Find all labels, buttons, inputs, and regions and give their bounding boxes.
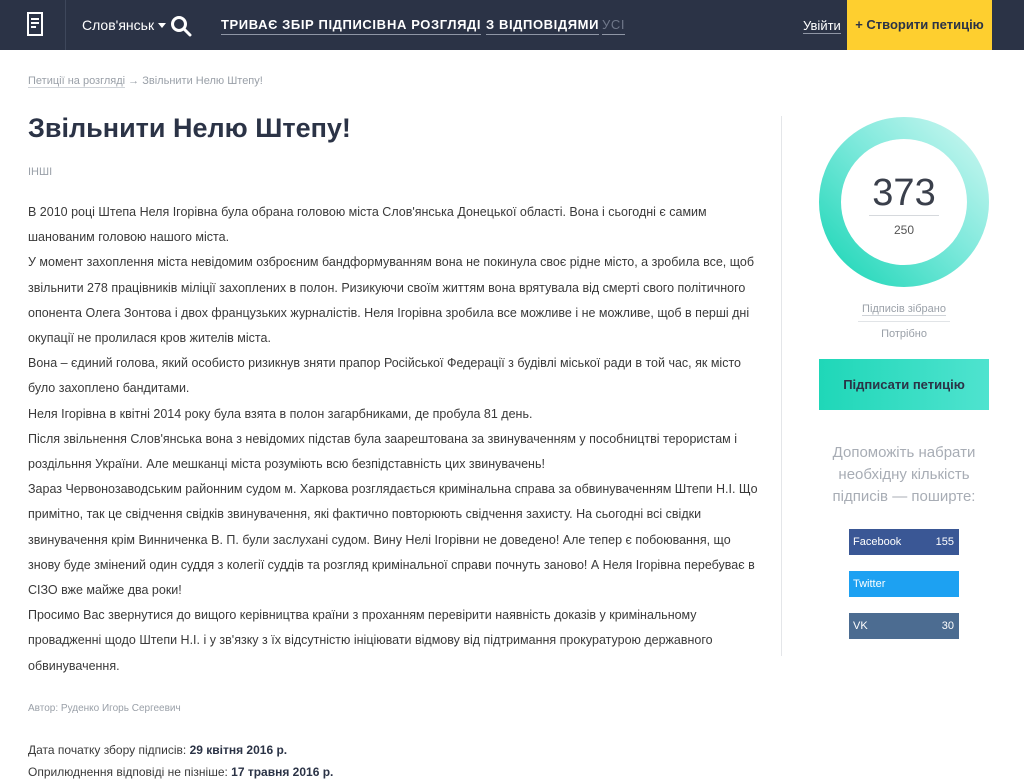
needed-label: Потрібно bbox=[881, 328, 927, 340]
document-logo-icon bbox=[27, 12, 43, 36]
share-facebook-count: 155 bbox=[935, 536, 954, 548]
nav-collecting-signatures[interactable]: ТРИВАЄ ЗБІР ПІДПИСІВ bbox=[221, 17, 387, 35]
deadline-row: Оприлюднення відповіді не пізніше: 17 тр… bbox=[28, 761, 333, 780]
city-selector[interactable]: Слов'янськ bbox=[82, 0, 167, 50]
share-vk-button[interactable]: VK 30 bbox=[849, 613, 959, 639]
signature-count: 373 bbox=[872, 172, 936, 214]
count-divider bbox=[869, 215, 939, 216]
sign-petition-button[interactable]: Підписати петицію bbox=[819, 359, 989, 410]
petition-text: В 2010 році Штепа Неля Ігорівна була обр… bbox=[28, 200, 763, 679]
petition-paragraph: Зараз Червонозаводським районним судом м… bbox=[28, 482, 758, 598]
share-facebook-button[interactable]: Facebook 155 bbox=[849, 529, 959, 555]
nav-with-answers[interactable]: З ВІДПОВІДЯМИ bbox=[486, 17, 600, 35]
nav-under-review[interactable]: НА РОЗГЛЯДІ bbox=[387, 17, 482, 35]
petition-paragraph: У момент захоплення міста невідомим озбр… bbox=[28, 255, 754, 346]
share-vk-label: VK bbox=[853, 620, 868, 632]
deadline-label: Оприлюднення відповіді не пізніше: bbox=[28, 765, 232, 779]
sidebar-separator bbox=[858, 321, 950, 322]
petition-paragraph: Після звільнення Слов'янська вона з неві… bbox=[28, 431, 738, 472]
login-link[interactable]: Увійти bbox=[803, 18, 841, 34]
breadcrumb-link-under-review[interactable]: Петиції на розгляді bbox=[28, 75, 126, 88]
collected-label-text: Підписів зібрано bbox=[862, 303, 946, 316]
share-facebook-label: Facebook bbox=[853, 536, 902, 548]
breadcrumb-current: Звільнити Нелю Штепу! bbox=[142, 75, 263, 87]
petition-paragraph: Вона – єдиний голова, який особисто ризи… bbox=[28, 356, 741, 396]
share-vk-count: 30 bbox=[941, 620, 954, 632]
start-date-value: 29 квітня 2016 р. bbox=[189, 743, 288, 757]
petition-author: Автор: Руденко Игорь Сергеевич bbox=[28, 703, 181, 714]
start-date-label: Дата початку збору підписів: bbox=[28, 743, 190, 757]
petition-paragraph: Неля Ігорівна в квітні 2014 року була вз… bbox=[28, 406, 533, 421]
search-icon[interactable] bbox=[170, 15, 192, 37]
deadline-value: 17 травня 2016 р. bbox=[231, 765, 334, 779]
chevron-down-icon bbox=[158, 23, 167, 28]
create-petition-button[interactable]: + Створити петицію bbox=[847, 0, 992, 50]
site-logo[interactable] bbox=[0, 0, 66, 50]
petition-dates: Дата початку збору підписів: 29 квітня 2… bbox=[28, 739, 333, 780]
petition-paragraph: Просимо Вас звернутися до вищого керівни… bbox=[28, 608, 713, 673]
collected-label: Підписів зібрано bbox=[819, 303, 989, 316]
petition-paragraph: В 2010 році Штепа Неля Ігорівна була обр… bbox=[28, 205, 707, 245]
share-twitter-button[interactable]: Twitter bbox=[849, 571, 959, 597]
signature-target: 250 bbox=[893, 223, 915, 237]
breadcrumb-arrow: → bbox=[128, 75, 140, 87]
petition-title: Звільнити Нелю Штепу! bbox=[28, 113, 351, 143]
content-divider bbox=[781, 116, 782, 656]
city-label: Слов'янськ bbox=[82, 17, 155, 33]
share-twitter-label: Twitter bbox=[853, 578, 886, 590]
nav-all[interactable]: УСІ bbox=[602, 17, 626, 35]
breadcrumb: Петиції на розгляді → Звільнити Нелю Ште… bbox=[28, 75, 263, 88]
petition-category: ІНШІ bbox=[28, 166, 53, 178]
share-prompt: Допоможіть набрати необхідну кількість п… bbox=[832, 444, 976, 505]
top-navigation-bar: Слов'янськ ТРИВАЄ ЗБІР ПІДПИСІВ НА РОЗГЛ… bbox=[0, 0, 1024, 50]
start-date-row: Дата початку збору підписів: 29 квітня 2… bbox=[28, 739, 333, 761]
